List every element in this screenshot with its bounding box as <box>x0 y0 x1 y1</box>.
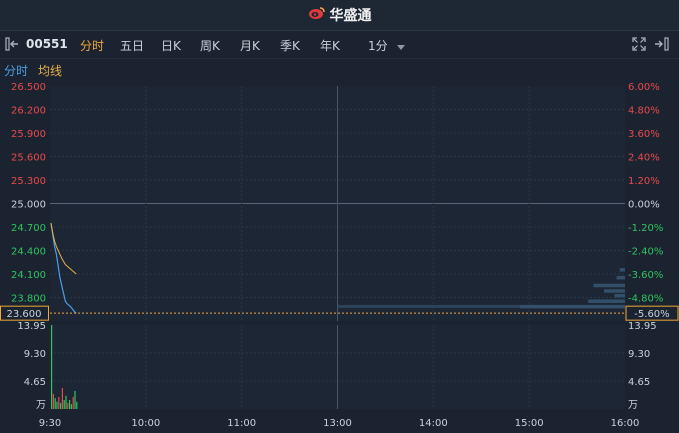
volume-tick-label: 13.95 <box>628 321 657 332</box>
price-tick-label: 23.800 <box>11 294 46 305</box>
price-tick-label: 26.200 <box>11 106 46 117</box>
time-tick-label: 14:00 <box>419 418 448 429</box>
pct-tick-label: 1.20% <box>628 176 660 187</box>
time-tick-label: 11:00 <box>227 418 256 429</box>
depth-bar <box>614 293 625 298</box>
price-tick-label: 24.700 <box>11 223 46 234</box>
volume-tick-label: 9.30 <box>24 349 46 360</box>
intraday-chart[interactable]: 26.500 6.00% 26.200 4.80% 25.900 3.60% 25.600 2… <box>0 79 679 433</box>
price-tick-label: 25.900 <box>11 129 46 140</box>
time-tick-label: 10:00 <box>131 418 160 429</box>
tab-intraday[interactable]: 分时 <box>80 37 104 54</box>
depth-band <box>337 304 625 308</box>
price-tick-label: 25.600 <box>11 153 46 164</box>
pct-tick-label: 4.80% <box>628 106 660 117</box>
brand: 华盛通 <box>308 5 372 25</box>
fullscreen-icon[interactable] <box>632 37 646 54</box>
volume-bar <box>63 399 65 409</box>
pct-tick-label: -3.60% <box>628 270 663 281</box>
price-tick-label: 24.100 <box>11 270 46 281</box>
weibo-eye-icon <box>308 6 326 24</box>
volume-bar <box>65 395 67 409</box>
depth-bar <box>593 283 625 288</box>
depth-bar <box>604 289 625 293</box>
volume-tick-label: 9.30 <box>628 349 650 360</box>
collapse-left-icon[interactable] <box>5 37 21 54</box>
tab-quarterly-k[interactable]: 季K <box>280 37 300 54</box>
legend-intraday: 分时 <box>4 64 29 78</box>
current-price-label: 23.600 <box>7 309 42 320</box>
pct-tick-label: 2.40% <box>628 153 660 164</box>
volume-bar <box>58 396 60 409</box>
price-tick-label: 25.300 <box>11 176 46 187</box>
pct-tick-label: 6.00% <box>628 82 660 93</box>
volume-tick-label: 4.65 <box>24 377 46 388</box>
price-tick-label: 25.000 <box>11 200 46 211</box>
pct-tick-label: -2.40% <box>628 247 663 258</box>
interval-label: 1分 <box>368 39 388 53</box>
volume-bar <box>72 396 74 409</box>
pct-tick-label: 0.00% <box>628 200 660 211</box>
volume-tick-label: 4.65 <box>628 377 650 388</box>
volume-bar <box>54 398 56 409</box>
volume-bar <box>76 401 78 409</box>
volume-tick-label: 13.95 <box>17 321 46 332</box>
volume-bar <box>61 387 63 409</box>
depth-bar <box>619 268 625 272</box>
volume-bar <box>74 390 76 409</box>
volume-bar <box>56 401 58 409</box>
pct-tick-label: 3.60% <box>628 129 660 140</box>
volume-bar <box>70 404 72 409</box>
tab-five-day[interactable]: 五日 <box>120 37 144 54</box>
legend-bar: 分时 均线 <box>0 59 679 79</box>
stock-code: 00551 <box>26 37 68 51</box>
tab-yearly-k[interactable]: 年K <box>320 37 340 54</box>
interval-select[interactable]: 1分 <box>368 37 406 54</box>
time-tick-label: 13:00 <box>323 418 352 429</box>
tab-daily-k[interactable]: 日K <box>161 37 181 54</box>
tab-weekly-k[interactable]: 周K <box>200 37 220 54</box>
tab-monthly-k[interactable]: 月K <box>240 37 260 54</box>
collapse-right-icon[interactable] <box>653 37 669 54</box>
volume-unit-label: 万 <box>628 400 638 411</box>
brand-name: 华盛通 <box>329 8 372 24</box>
price-tick-label: 24.400 <box>11 247 46 258</box>
depth-bar <box>616 275 625 280</box>
pct-tick-label: -4.80% <box>628 294 663 305</box>
chart-canvas: 26.500 6.00% 26.200 4.80% 25.900 3.60% 25.600 2… <box>0 82 679 429</box>
volume-bar <box>52 393 54 409</box>
time-tick-label: 15:00 <box>515 418 544 429</box>
current-pct-label: -5.60% <box>634 309 669 320</box>
toolbar: 00551 分时 五日 日K 周K 月K 季K 年K 1分 <box>0 31 679 59</box>
time-tick-label: 16:00 <box>611 418 640 429</box>
title-bar: 华盛通 <box>0 0 679 31</box>
chevron-down-icon <box>397 40 406 54</box>
price-tick-label: 26.500 <box>11 82 46 93</box>
legend-average: 均线 <box>38 64 63 78</box>
volume-unit-label: 万 <box>36 400 46 411</box>
depth-bar <box>588 299 625 303</box>
volume-bar <box>67 402 69 409</box>
time-tick-label: 9:30 <box>39 418 61 429</box>
pct-tick-label: -1.20% <box>628 223 663 234</box>
volume-bar <box>60 402 62 409</box>
volume-bar <box>69 399 71 409</box>
volume-bar <box>51 325 53 409</box>
